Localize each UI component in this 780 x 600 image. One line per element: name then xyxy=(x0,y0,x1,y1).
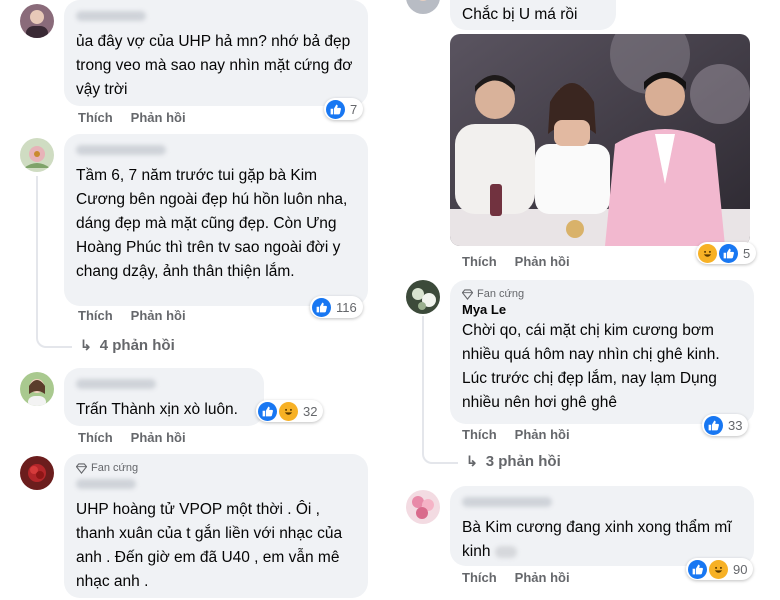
comment-text: Chời qo, cái mặt chị kim cương bơm nhiều… xyxy=(462,322,720,411)
like-button[interactable]: Thích xyxy=(462,254,497,269)
reply-button[interactable]: Phản hồi xyxy=(515,254,570,269)
comment-text: Chắc bị U má rồi xyxy=(462,6,578,23)
fan-badge: Fan cứng xyxy=(462,288,742,300)
reaction-count: 7 xyxy=(350,101,358,117)
replies-count: 3 phản hồi xyxy=(485,453,561,470)
like-reaction-icon xyxy=(312,297,331,317)
comment-photo[interactable] xyxy=(450,34,750,246)
like-reaction-icon xyxy=(258,401,277,421)
reaction-count: 32 xyxy=(303,403,318,419)
comment-actions: Thích Phản hồi xyxy=(462,427,570,442)
reaction-summary[interactable]: 32 xyxy=(256,400,324,422)
comment-text: ủa đây vợ của UHP hả mn? nhớ bả đẹp tron… xyxy=(76,33,353,98)
diamond-icon xyxy=(462,288,473,300)
view-replies-link[interactable]: ↳ 4 phản hồi xyxy=(80,337,175,354)
author-name[interactable]: Mya Le xyxy=(462,302,742,317)
reaction-summary[interactable]: 7 xyxy=(324,98,364,120)
like-button[interactable]: Thích xyxy=(462,427,497,442)
avatar[interactable] xyxy=(406,0,440,14)
blurred-author-name xyxy=(76,11,146,21)
reaction-summary[interactable]: 90 xyxy=(686,558,754,580)
blurred-author-name xyxy=(462,497,552,507)
like-reaction-icon xyxy=(326,99,345,119)
avatar[interactable] xyxy=(20,138,54,172)
view-replies-link[interactable]: ↳ 3 phản hồi xyxy=(466,453,561,470)
comment-text: UHP hoàng tử VPOP một thời . Ôi , thanh … xyxy=(76,501,343,590)
comment-text: Trấn Thành xịn xò luôn. xyxy=(76,401,238,418)
like-reaction-icon xyxy=(688,559,707,579)
diamond-icon xyxy=(76,462,87,474)
replies-count: 4 phản hồi xyxy=(99,337,175,354)
avatar[interactable] xyxy=(406,280,440,314)
comment-bubble: Trấn Thành xịn xò luôn. xyxy=(64,368,264,426)
avatar[interactable] xyxy=(20,4,54,38)
fan-badge-label: Fan cứng xyxy=(91,462,139,474)
comment-text: Tầm 6, 7 năm trước tui gặp bà Kim Cương … xyxy=(76,167,348,280)
haha-reaction-icon xyxy=(709,559,728,579)
comment-text: Bà Kim cương đang xinh xong thẩm mĩ kinh xyxy=(462,516,742,564)
reply-button[interactable]: Phản hồi xyxy=(131,110,186,125)
comment-actions: Thích Phản hồi xyxy=(462,570,570,585)
reaction-count: 5 xyxy=(743,245,751,261)
avatar[interactable] xyxy=(20,456,54,490)
fan-badge-label: Fan cứng xyxy=(477,288,525,300)
reaction-count: 90 xyxy=(733,561,748,577)
reply-arrow-icon: ↳ xyxy=(80,337,92,353)
fan-badge: Fan cứng xyxy=(76,462,356,474)
blurred-word xyxy=(494,545,517,558)
comment-bubble: Bà Kim cương đang xinh xong thẩm mĩ kinh xyxy=(450,486,754,566)
comment-actions: Thích Phản hồi xyxy=(78,308,186,323)
comment-bubble: Fan cứng UHP hoàng tử VPOP một thời . Ôi… xyxy=(64,454,368,598)
reply-button[interactable]: Phản hồi xyxy=(515,427,570,442)
reply-button[interactable]: Phản hồi xyxy=(515,570,570,585)
reaction-summary[interactable]: 5 xyxy=(696,242,757,264)
blurred-author-name xyxy=(76,479,136,489)
like-reaction-icon xyxy=(704,415,723,435)
comment-bubble: ủa đây vợ của UHP hả mn? nhớ bả đẹp tron… xyxy=(64,0,368,106)
haha-reaction-icon xyxy=(698,243,717,263)
like-button[interactable]: Thích xyxy=(78,110,113,125)
reply-button[interactable]: Phản hồi xyxy=(131,308,186,323)
reaction-count: 33 xyxy=(728,417,743,433)
comment-actions: Thích Phản hồi xyxy=(78,430,186,445)
reaction-summary[interactable]: 116 xyxy=(310,296,363,318)
comment-bubble: Fan cứng Mya Le Chời qo, cái mặt chị kim… xyxy=(450,280,754,424)
like-reaction-icon xyxy=(719,243,738,263)
reply-button[interactable]: Phản hồi xyxy=(131,430,186,445)
photo-image xyxy=(450,34,750,246)
reaction-count: 116 xyxy=(336,299,357,315)
blurred-author-name xyxy=(76,379,156,389)
avatar[interactable] xyxy=(20,372,54,406)
comment-bubble: Tầm 6, 7 năm trước tui gặp bà Kim Cương … xyxy=(64,134,368,306)
like-button[interactable]: Thích xyxy=(78,308,113,323)
avatar[interactable] xyxy=(406,490,440,524)
reply-arrow-icon: ↳ xyxy=(466,453,478,469)
comment-bubble: Chắc bị U má rồi xyxy=(450,0,616,30)
comment-actions: Thích Phản hồi xyxy=(462,254,570,269)
comment-actions: Thích Phản hồi xyxy=(78,110,186,125)
haha-reaction-icon xyxy=(279,401,298,421)
blurred-author-name xyxy=(76,145,166,155)
like-button[interactable]: Thích xyxy=(462,570,497,585)
like-button[interactable]: Thích xyxy=(78,430,113,445)
reaction-summary[interactable]: 33 xyxy=(702,414,749,436)
